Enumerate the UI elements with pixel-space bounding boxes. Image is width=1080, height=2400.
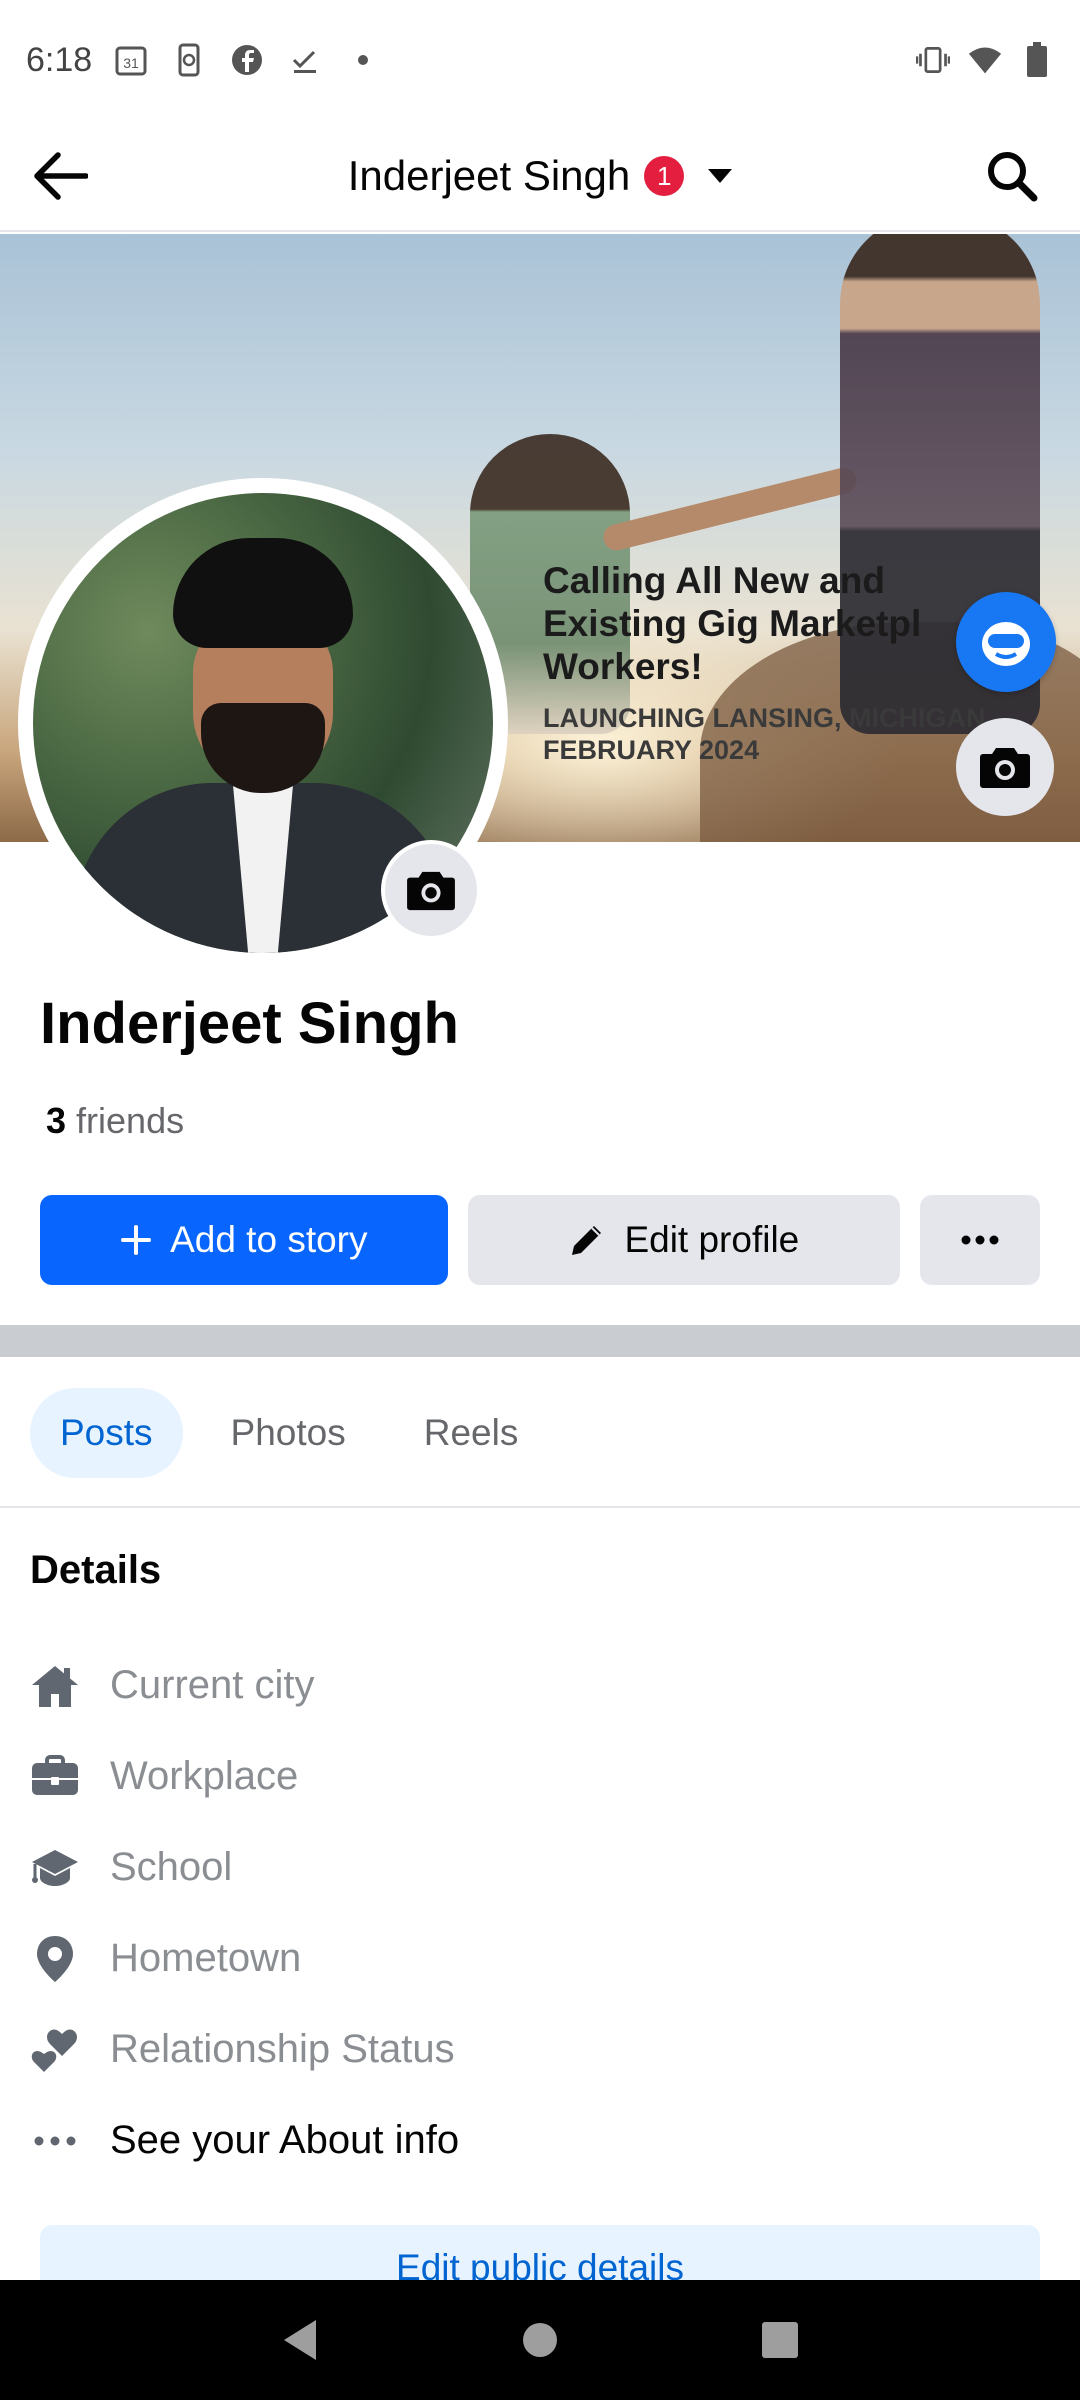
home-icon [30,1661,80,1711]
details-list: Current city Workplace School Hometown R… [30,1640,1050,2186]
detail-current-city[interactable]: Current city [30,1640,1050,1731]
details-title: Details [30,1548,162,1592]
tab-reels[interactable]: Reels [394,1388,549,1478]
profile-actions: Add to story Edit profile [40,1195,1040,1285]
search-icon [988,152,1038,202]
friends-label: friends [76,1100,185,1141]
status-time: 6:18 [26,40,93,79]
more-dots-icon [30,2116,80,2166]
svg-text:31: 31 [123,55,139,71]
section-divider [0,1325,1080,1357]
friends-count: 3 [46,1100,67,1141]
edit-profile-button[interactable]: Edit profile [467,1195,901,1285]
tab-photos[interactable]: Photos [201,1388,376,1478]
status-notification-icons: 31 [114,43,380,77]
profile-tabs: Posts Photos Reels [30,1388,548,1478]
edit-profile-label: Edit profile [624,1219,800,1260]
app-header: Inderjeet Singh 1 [0,120,1080,232]
detail-school[interactable]: School [30,1822,1050,1913]
search-button[interactable] [980,144,1044,208]
more-dots-icon [961,1235,999,1245]
status-bar: 6:18 31 [0,0,1080,120]
camera-icon [980,748,1030,788]
nav-back-button[interactable] [270,2310,330,2370]
detail-hometown[interactable]: Hometown [30,1913,1050,2004]
profile-switcher[interactable]: Inderjeet Singh 1 [0,120,1080,232]
header-title: Inderjeet Singh [347,152,631,199]
add-to-story-label: Add to story [170,1219,368,1260]
pencil-icon [572,1226,602,1255]
cover-headline: Calling All New and Existing Gig Marketp… [543,560,922,687]
nav-home-icon [523,2323,557,2357]
status-system-icons [916,42,1054,77]
cover-subline: LAUNCHING LANSING, MICHIGAN FEBRUARY 202… [543,703,986,765]
facebook-icon [230,43,264,77]
see-about-info-link[interactable]: See your About info [30,2095,1050,2186]
profile-name: Inderjeet Singh [40,991,459,1056]
chevron-down-icon [708,169,733,183]
graduation-cap-icon [30,1843,80,1893]
hearts-icon [30,2025,80,2075]
dot-icon [346,43,380,77]
tabs-divider [0,1506,1080,1508]
avatar-chat-button[interactable] [956,592,1056,692]
cover-text: Calling All New and Existing Gig Marketp… [543,559,985,766]
nav-recents-icon [762,2322,798,2358]
location-pin-icon [30,1934,80,1984]
phone-sync-icon [172,43,206,77]
detail-relationship-status[interactable]: Relationship Status [30,2004,1050,2095]
task-done-icon [288,43,322,77]
plus-icon [121,1225,152,1255]
nav-home-button[interactable] [510,2310,570,2370]
add-to-story-button[interactable]: Add to story [40,1195,448,1285]
system-nav-bar [0,2280,1080,2400]
tab-posts[interactable]: Posts [30,1388,183,1478]
vibrate-icon [916,43,950,77]
camera-icon [407,871,455,911]
more-options-button[interactable] [920,1195,1040,1285]
nav-back-icon [284,2320,316,2360]
calendar-icon: 31 [114,43,148,77]
nav-recents-button[interactable] [750,2310,810,2370]
battery-icon [1020,42,1054,77]
avatar-face-icon [982,622,1030,666]
notification-badge: 1 [644,156,685,196]
edit-cover-photo-button[interactable] [956,718,1054,816]
detail-workplace[interactable]: Workplace [30,1731,1050,1822]
wifi-icon [968,43,1002,77]
friends-link[interactable]: 3 friends [46,1100,184,1142]
briefcase-icon [30,1752,80,1802]
edit-avatar-button[interactable] [381,840,481,940]
